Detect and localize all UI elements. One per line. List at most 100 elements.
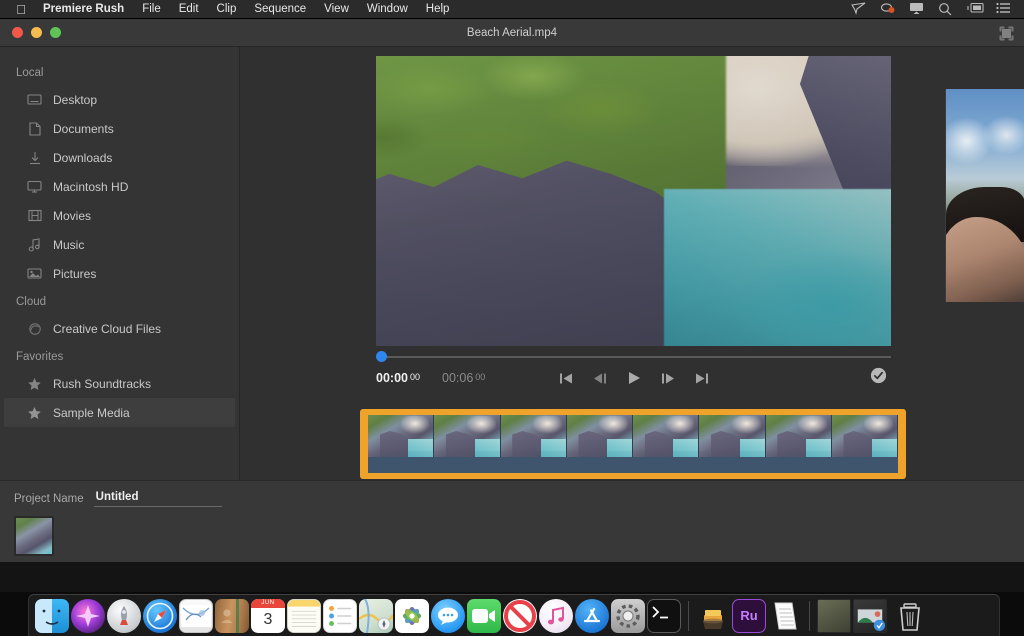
- dock-item-minimized-window-2[interactable]: [853, 599, 887, 633]
- menu-app-name[interactable]: Premiere Rush: [34, 0, 133, 19]
- music-note-icon: [26, 237, 43, 253]
- video-vignette: [376, 56, 891, 346]
- fullscreen-expand-icon[interactable]: [999, 26, 1014, 41]
- menu-view[interactable]: View: [315, 0, 358, 19]
- share-arrow-icon[interactable]: [851, 2, 867, 16]
- sidebar-item-label: Macintosh HD: [53, 180, 128, 194]
- menu-sequence[interactable]: Sequence: [245, 0, 315, 19]
- sidebar-item-label: Desktop: [53, 93, 97, 107]
- sidebar-item-downloads[interactable]: Downloads: [4, 143, 235, 172]
- mac-menu-bar:  Premiere Rush File Edit Clip Sequence …: [0, 0, 1024, 19]
- project-name-input[interactable]: [94, 490, 222, 507]
- dock-separator: [809, 601, 810, 631]
- dock-item-textedit[interactable]: [768, 599, 802, 633]
- sidebar-group-cloud: Cloud: [0, 288, 239, 314]
- sidebar-item-documents[interactable]: Documents: [4, 114, 235, 143]
- dock-item-app-store[interactable]: [575, 599, 609, 633]
- menu-file[interactable]: File: [133, 0, 170, 19]
- star-icon: [26, 376, 43, 392]
- desktop-icon: [26, 92, 43, 108]
- dock-item-maps[interactable]: [359, 599, 393, 633]
- duration-time: 00:0600: [442, 371, 485, 385]
- cloud-icon: [26, 321, 43, 337]
- dock-item-do-not-disturb[interactable]: [503, 599, 537, 633]
- dock-item-minimized-window-1[interactable]: [817, 599, 851, 633]
- playhead-scrubber[interactable]: [376, 350, 891, 364]
- notification-badge-icon[interactable]: [880, 2, 896, 16]
- download-icon: [26, 150, 43, 166]
- sidebar-item-desktop[interactable]: Desktop: [4, 85, 235, 114]
- sidebar-item-label: Rush Soundtracks: [53, 377, 151, 391]
- sidebar-item-music[interactable]: Music: [4, 230, 235, 259]
- sidebar-item-rush-soundtracks[interactable]: Rush Soundtracks: [4, 369, 235, 398]
- menu-edit[interactable]: Edit: [170, 0, 208, 19]
- project-settings-bar: Project Name: [0, 480, 1024, 562]
- sidebar-item-creative-cloud-files[interactable]: Creative Cloud Files: [4, 314, 235, 343]
- control-center-icon[interactable]: [996, 2, 1012, 16]
- sidebar-item-label: Downloads: [53, 151, 112, 165]
- skip-to-end-button[interactable]: [695, 372, 709, 385]
- sidebar-item-sample-media[interactable]: Sample Media: [4, 398, 235, 427]
- dock-item-terminal[interactable]: [647, 599, 681, 633]
- desktop-screen:  Premiere Rush File Edit Clip Sequence …: [0, 0, 1024, 636]
- sidebar-item-label: Music: [53, 238, 84, 252]
- screen-mirror-icon[interactable]: [967, 2, 983, 16]
- dock-item-mail[interactable]: [179, 599, 213, 633]
- dock-item-finder[interactable]: [35, 599, 69, 633]
- dock-item-downloads-stack[interactable]: [696, 599, 730, 633]
- sidebar-item-label: Creative Cloud Files: [53, 322, 161, 336]
- beach-portrait-clip[interactable]: [945, 89, 1024, 302]
- calendar-month: JUN: [251, 599, 285, 608]
- transport-controls: 00:0000 00:0600: [376, 365, 891, 391]
- timeline-clip-selected[interactable]: [360, 409, 906, 479]
- window-title-bar: Beach Aerial.mp4: [0, 19, 1024, 47]
- scrubber-track[interactable]: [381, 356, 891, 358]
- menu-clip[interactable]: Clip: [208, 0, 246, 19]
- menu-status-icons: [851, 2, 1016, 16]
- step-forward-button[interactable]: [661, 372, 675, 385]
- document-icon: [26, 121, 43, 137]
- star-icon: [26, 405, 43, 421]
- skip-to-start-button[interactable]: [559, 372, 573, 385]
- picture-icon: [26, 266, 43, 282]
- sidebar-item-pictures[interactable]: Pictures: [4, 259, 235, 288]
- dock-item-itunes[interactable]: [539, 599, 573, 633]
- dock-item-premiere-rush[interactable]: Ru: [732, 599, 766, 633]
- dock-item-system-preferences[interactable]: [611, 599, 645, 633]
- play-button[interactable]: [627, 371, 641, 385]
- sidebar-item-macintosh-hd[interactable]: Macintosh HD: [4, 172, 235, 201]
- airplay-display-icon[interactable]: [909, 2, 925, 16]
- dock-item-reminders[interactable]: [323, 599, 357, 633]
- apple-logo-icon[interactable]: : [8, 3, 34, 16]
- beach-aerial-video[interactable]: [376, 56, 891, 346]
- project-name-label: Project Name: [14, 493, 84, 505]
- sidebar-item-movies[interactable]: Movies: [4, 201, 235, 230]
- thumb-clouds: [945, 110, 1024, 165]
- dock-item-launchpad[interactable]: [107, 599, 141, 633]
- project-media-thumbnail[interactable]: [14, 516, 54, 556]
- dock-item-calendar[interactable]: JUN 3: [251, 599, 285, 633]
- current-time: 00:0000: [376, 371, 420, 385]
- dock-item-contacts[interactable]: [215, 599, 249, 633]
- menu-window[interactable]: Window: [358, 0, 417, 19]
- window-title: Beach Aerial.mp4: [0, 27, 1024, 39]
- clip-audio-track: [368, 451, 898, 473]
- sidebar-item-label: Documents: [53, 122, 114, 136]
- search-icon[interactable]: [938, 2, 954, 16]
- dock-item-notes[interactable]: [287, 599, 321, 633]
- project-name-row: Project Name: [0, 481, 1024, 507]
- menu-help[interactable]: Help: [417, 0, 459, 19]
- dock-item-safari[interactable]: [143, 599, 177, 633]
- checkmark-circle-icon[interactable]: [870, 367, 887, 389]
- playhead-handle[interactable]: [376, 351, 387, 362]
- dock-separator: [688, 601, 689, 631]
- dock-item-facetime[interactable]: [467, 599, 501, 633]
- dock-items: JUN 3: [28, 594, 1000, 636]
- dock-item-photos[interactable]: [395, 599, 429, 633]
- step-back-button[interactable]: [593, 372, 607, 385]
- premiere-rush-window: Beach Aerial.mp4 Local: [0, 19, 1024, 562]
- dock-item-siri[interactable]: [71, 599, 105, 633]
- dock-item-messages[interactable]: [431, 599, 465, 633]
- mac-dock: JUN 3: [0, 592, 1024, 636]
- dock-item-trash[interactable]: [893, 599, 927, 633]
